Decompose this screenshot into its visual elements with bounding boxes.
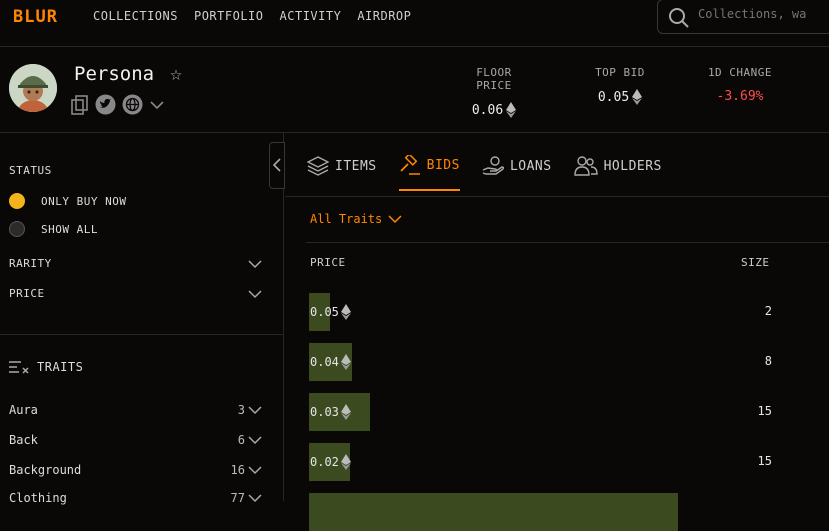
- search-input[interactable]: [698, 7, 829, 21]
- eth-icon: [340, 304, 351, 320]
- radio-unselected-icon[interactable]: [9, 221, 25, 237]
- floor-price-value: 0.06: [471, 102, 504, 118]
- nav-collections[interactable]: COLLECTIONS: [93, 9, 178, 23]
- bid-price: 0.02: [310, 454, 351, 470]
- collection-avatar: [9, 64, 57, 112]
- divider: [0, 334, 284, 335]
- chevron-down-icon: [248, 466, 262, 475]
- price-column-header: PRICE: [310, 256, 346, 269]
- users-icon: [573, 156, 598, 176]
- divider: [285, 196, 829, 197]
- radio-selected-icon[interactable]: [9, 193, 25, 209]
- filter-traits-icon: [9, 361, 29, 374]
- eth-icon: [632, 89, 643, 105]
- chevron-down-icon: [388, 214, 402, 223]
- trait-filter-dropdown[interactable]: All Traits: [310, 212, 402, 226]
- gavel-icon: [400, 155, 420, 175]
- chevron-down-icon[interactable]: [149, 100, 165, 110]
- nav-airdrop[interactable]: AIRDROP: [357, 9, 411, 23]
- bid-size: 15: [757, 404, 772, 418]
- blur-logo[interactable]: BLUR: [13, 7, 58, 27]
- nav-portfolio[interactable]: PORTFOLIO: [194, 9, 264, 23]
- collection-header: Persona ☆ FLOOR PRICE 0.06 TOP BID 0.05 …: [0, 47, 829, 133]
- traits-header: TRAITS: [9, 359, 83, 375]
- tab-loans[interactable]: LOANS: [482, 155, 552, 191]
- star-icon[interactable]: ☆: [170, 61, 182, 85]
- bid-size: 15: [757, 454, 772, 468]
- traits-title: TRAITS: [37, 360, 84, 374]
- bid-price: 0.04: [310, 354, 351, 370]
- tab-holders[interactable]: HOLDERS: [573, 155, 662, 191]
- bid-size: 8: [764, 354, 772, 368]
- chevron-down-icon: [248, 406, 262, 415]
- trait-background[interactable]: Background 16: [9, 463, 263, 477]
- collection-name: Persona: [74, 63, 155, 85]
- change-stat: 1D CHANGE -3.69%: [704, 66, 776, 104]
- collection-links: [71, 94, 165, 115]
- collapse-sidebar-button[interactable]: [269, 142, 285, 189]
- change-value: -3.69%: [716, 89, 764, 104]
- price-filter[interactable]: PRICE: [9, 287, 263, 300]
- trait-clothing[interactable]: Clothing 77: [9, 491, 263, 505]
- divider: [306, 242, 829, 243]
- floor-price-stat: FLOOR PRICE 0.06: [458, 66, 530, 118]
- status-only-buy-now[interactable]: ONLY BUY NOW: [9, 193, 126, 209]
- status-show-all[interactable]: SHOW ALL: [9, 221, 98, 237]
- trait-aura[interactable]: Aura 3: [9, 403, 263, 417]
- eth-icon: [340, 404, 351, 420]
- bid-price: 0.03: [310, 404, 351, 420]
- tab-items[interactable]: ITEMS: [307, 155, 377, 191]
- chevron-down-icon: [248, 289, 262, 298]
- rarity-filter[interactable]: RARITY: [9, 257, 263, 270]
- filter-sidebar: STATUS ONLY BUY NOW SHOW ALL RARITY PRIC…: [0, 133, 284, 505]
- top-bid-value: 0.05: [597, 89, 630, 105]
- tab-bids[interactable]: BIDS: [398, 155, 460, 191]
- nav-activity[interactable]: ACTIVITY: [280, 9, 342, 23]
- chevron-down-icon: [248, 494, 262, 503]
- change-label: 1D CHANGE: [707, 66, 773, 79]
- status-title: STATUS: [9, 164, 52, 177]
- bid-price: 0.05: [310, 304, 351, 320]
- bid-depth-bar: [309, 493, 678, 531]
- trait-back[interactable]: Back 6: [9, 433, 263, 447]
- main-panel: ITEMS BIDS LOANS HOLDERS: [285, 133, 829, 501]
- search-icon: [669, 8, 689, 28]
- copy-icon[interactable]: [71, 94, 89, 115]
- eth-icon: [340, 454, 351, 470]
- twitter-icon[interactable]: [95, 94, 116, 115]
- eth-icon: [340, 354, 351, 370]
- bid-size: 2: [764, 304, 772, 318]
- main-nav: COLLECTIONS PORTFOLIO ACTIVITY AIRDROP: [93, 9, 411, 23]
- size-column-header: SIZE: [741, 256, 770, 269]
- loan-hand-icon: [482, 156, 504, 175]
- eth-icon: [506, 102, 517, 118]
- top-bid-stat: TOP BID 0.05: [590, 66, 650, 105]
- chevron-down-icon: [248, 259, 262, 268]
- layers-icon: [307, 156, 329, 176]
- search-box[interactable]: [657, 0, 829, 34]
- floor-price-label: FLOOR PRICE: [476, 66, 512, 92]
- globe-icon[interactable]: [122, 94, 143, 115]
- chevron-left-icon: [272, 158, 281, 172]
- top-bar: BLUR COLLECTIONS PORTFOLIO ACTIVITY AIRD…: [0, 0, 829, 47]
- top-bid-label: TOP BID: [595, 66, 645, 79]
- tab-bar: ITEMS BIDS LOANS HOLDERS: [307, 155, 662, 191]
- chevron-down-icon: [248, 436, 262, 445]
